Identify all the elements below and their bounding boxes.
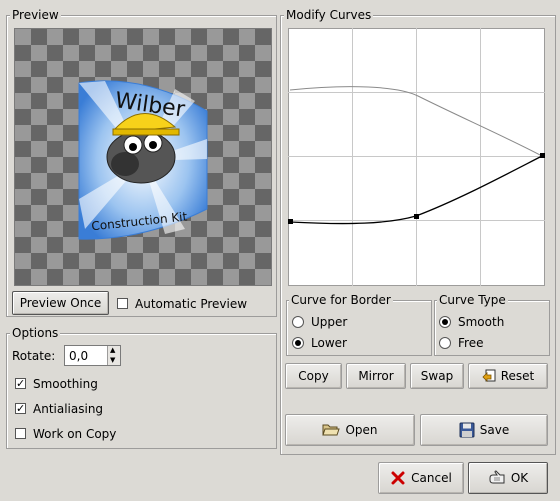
cancel-icon bbox=[391, 471, 405, 485]
save-button[interactable]: Save bbox=[420, 414, 548, 446]
wilber-preview-image: Wilber Construction Kit bbox=[78, 80, 208, 240]
upper-radio[interactable] bbox=[292, 316, 304, 328]
lower-label: Lower bbox=[311, 336, 347, 350]
free-label: Free bbox=[458, 336, 484, 350]
cancel-label: Cancel bbox=[411, 471, 452, 485]
rotate-spin-arrows[interactable]: ▲ ▼ bbox=[107, 346, 120, 365]
open-button[interactable]: Open bbox=[285, 414, 415, 446]
smoothing-checkbox[interactable]: ✓ bbox=[15, 378, 26, 389]
curve-for-border-title: Curve for Border bbox=[289, 293, 393, 307]
antialiasing-label: Antialiasing bbox=[33, 402, 104, 416]
mirror-label: Mirror bbox=[358, 369, 394, 383]
copy-label: Copy bbox=[298, 369, 329, 383]
free-radio[interactable] bbox=[439, 337, 451, 349]
floppy-disk-icon bbox=[459, 422, 475, 438]
preview-once-label: Preview Once bbox=[19, 296, 102, 310]
open-label: Open bbox=[345, 423, 378, 437]
rotate-value: 0,0 bbox=[69, 349, 89, 363]
smooth-radio[interactable] bbox=[439, 316, 451, 328]
curve-type-title: Curve Type bbox=[437, 293, 508, 307]
smooth-label: Smooth bbox=[458, 315, 505, 329]
curves-graph[interactable] bbox=[288, 28, 545, 286]
curve-for-border-frame bbox=[286, 300, 432, 356]
rotate-label: Rotate: bbox=[12, 349, 56, 363]
curve-point[interactable] bbox=[540, 153, 545, 158]
reset-label: Reset bbox=[500, 369, 535, 383]
spin-down-icon[interactable]: ▼ bbox=[110, 356, 115, 365]
ok-hand-icon bbox=[489, 470, 505, 484]
copy-button[interactable]: Copy bbox=[285, 363, 342, 389]
preview-once-button[interactable]: Preview Once bbox=[12, 291, 109, 315]
swap-label: Swap bbox=[420, 369, 454, 383]
preview-frame-title: Preview bbox=[10, 8, 61, 22]
ok-label: OK bbox=[510, 471, 529, 485]
ok-button[interactable]: OK bbox=[468, 462, 548, 494]
reset-icon bbox=[482, 369, 496, 382]
mirror-button[interactable]: Mirror bbox=[346, 363, 406, 389]
options-frame-title: Options bbox=[10, 326, 61, 340]
spin-up-icon[interactable]: ▲ bbox=[110, 346, 115, 355]
rotate-spinbutton[interactable]: 0,0 ▲ ▼ bbox=[64, 345, 121, 366]
reset-button[interactable]: Reset bbox=[468, 363, 548, 389]
lower-radio[interactable] bbox=[292, 337, 304, 349]
cancel-button[interactable]: Cancel bbox=[378, 462, 464, 494]
smoothing-label: Smoothing bbox=[33, 377, 98, 391]
curve-point[interactable] bbox=[288, 219, 293, 224]
antialiasing-checkbox[interactable]: ✓ bbox=[15, 403, 26, 414]
automatic-preview-checkbox[interactable] bbox=[117, 298, 128, 309]
preview-canvas: Wilber Construction Kit bbox=[14, 28, 272, 286]
modify-curves-frame-title: Modify Curves bbox=[284, 8, 374, 22]
save-label: Save bbox=[479, 423, 510, 437]
upper-label: Upper bbox=[311, 315, 348, 329]
folder-open-icon bbox=[322, 424, 341, 436]
work-on-copy-label: Work on Copy bbox=[33, 427, 117, 441]
work-on-copy-checkbox[interactable] bbox=[15, 428, 26, 439]
swap-button[interactable]: Swap bbox=[410, 363, 464, 389]
automatic-preview-label: Automatic Preview bbox=[135, 297, 248, 311]
curve-point[interactable] bbox=[414, 214, 419, 219]
